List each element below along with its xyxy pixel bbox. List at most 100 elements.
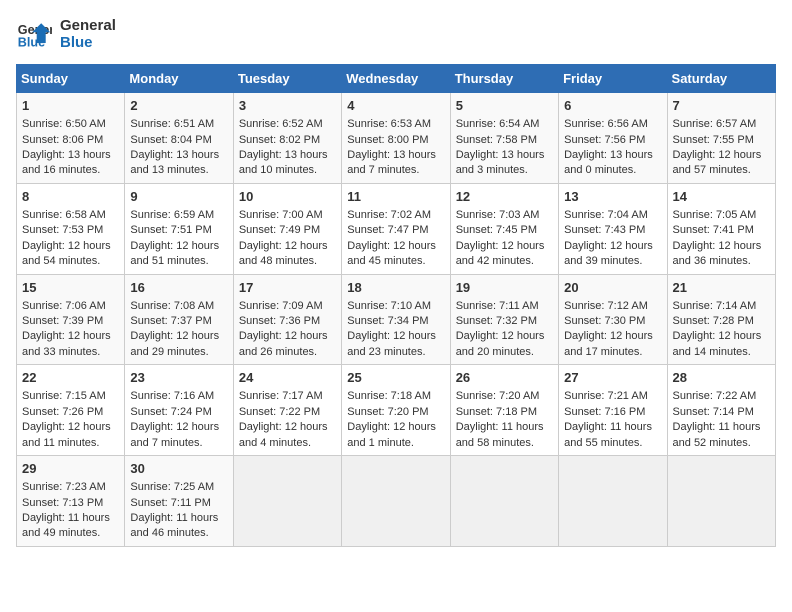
day-number: 6 [564, 97, 661, 115]
sunset-text: Sunset: 7:36 PM [239, 315, 320, 327]
calendar-cell: 5Sunrise: 6:54 AMSunset: 7:58 PMDaylight… [450, 93, 558, 184]
sunrise-text: Sunrise: 7:16 AM [130, 390, 214, 402]
day-number: 2 [130, 97, 227, 115]
calendar-cell: 8Sunrise: 6:58 AMSunset: 7:53 PMDaylight… [17, 183, 125, 274]
calendar-cell: 28Sunrise: 7:22 AMSunset: 7:14 PMDayligh… [667, 365, 775, 456]
calendar-week-row: 8Sunrise: 6:58 AMSunset: 7:53 PMDaylight… [17, 183, 776, 274]
day-number: 5 [456, 97, 553, 115]
sunrise-text: Sunrise: 6:53 AM [347, 118, 431, 130]
sunset-text: Sunset: 7:41 PM [673, 224, 754, 236]
daylight-text: Daylight: 12 hours and 57 minutes. [673, 149, 762, 176]
day-number: 19 [456, 279, 553, 297]
daylight-text: Daylight: 12 hours and 26 minutes. [239, 330, 328, 357]
sunset-text: Sunset: 7:55 PM [673, 134, 754, 146]
day-number: 16 [130, 279, 227, 297]
sunrise-text: Sunrise: 7:22 AM [673, 390, 757, 402]
calendar-week-row: 15Sunrise: 7:06 AMSunset: 7:39 PMDayligh… [17, 274, 776, 365]
daylight-text: Daylight: 13 hours and 10 minutes. [239, 149, 328, 176]
sunrise-text: Sunrise: 7:00 AM [239, 209, 323, 221]
daylight-text: Daylight: 12 hours and 36 minutes. [673, 240, 762, 267]
calendar-cell [233, 456, 341, 547]
day-number: 21 [673, 279, 770, 297]
weekday-header-tuesday: Tuesday [233, 65, 341, 93]
sunset-text: Sunset: 7:49 PM [239, 224, 320, 236]
day-number: 14 [673, 188, 770, 206]
calendar-cell: 30Sunrise: 7:25 AMSunset: 7:11 PMDayligh… [125, 456, 233, 547]
calendar-cell: 15Sunrise: 7:06 AMSunset: 7:39 PMDayligh… [17, 274, 125, 365]
calendar-cell: 7Sunrise: 6:57 AMSunset: 7:55 PMDaylight… [667, 93, 775, 184]
calendar-week-row: 22Sunrise: 7:15 AMSunset: 7:26 PMDayligh… [17, 365, 776, 456]
calendar-cell: 16 Sunrise: 7:08 AM Sunset: 7:37 PM Dayligh… [125, 274, 233, 365]
sunrise-text: Sunrise: 7:20 AM [456, 390, 540, 402]
sunrise-text: Sunrise: 7:10 AM [347, 300, 431, 312]
daylight-text: Daylight: 12 hours and 48 minutes. [239, 240, 328, 267]
sunrise-text: Sunrise: 7:17 AM [239, 390, 323, 402]
sunset-text: Sunset: 7:14 PM [673, 406, 754, 418]
calendar-body: 1Sunrise: 6:50 AMSunset: 8:06 PMDaylight… [17, 93, 776, 547]
sunset-text: Sunset: 7:39 PM [22, 315, 103, 327]
day-number: 26 [456, 369, 553, 387]
calendar-cell [559, 456, 667, 547]
calendar-cell: 29Sunrise: 7:23 AMSunset: 7:13 PMDayligh… [17, 456, 125, 547]
sunset-text: Sunset: 7:43 PM [564, 224, 645, 236]
calendar-cell: 9Sunrise: 6:59 AMSunset: 7:51 PMDaylight… [125, 183, 233, 274]
day-number: 17 [239, 279, 336, 297]
sunset-text: Sunset: 8:00 PM [347, 134, 428, 146]
sunset-text: Sunset: 8:04 PM [130, 134, 211, 146]
sunset-text: Sunset: 7:56 PM [564, 134, 645, 146]
sunrise-text: Sunrise: 6:56 AM [564, 118, 648, 130]
calendar-cell: 18Sunrise: 7:10 AMSunset: 7:34 PMDayligh… [342, 274, 450, 365]
day-number: 8 [22, 188, 119, 206]
sunrise-text: Sunrise: 7:03 AM [456, 209, 540, 221]
weekday-header-row: SundayMondayTuesdayWednesdayThursdayFrid… [17, 65, 776, 93]
day-number: 28 [673, 369, 770, 387]
sunrise-text: Sunrise: 7:02 AM [347, 209, 431, 221]
sunrise-text: Sunrise: 6:57 AM [673, 118, 757, 130]
day-number: 11 [347, 188, 444, 206]
sunrise-text: Sunrise: 7:09 AM [239, 300, 323, 312]
sunrise-text: Sunrise: 6:51 AM [130, 118, 214, 130]
sunrise-text: Sunrise: 6:59 AM [130, 209, 214, 221]
sunrise-text: Sunrise: 7:25 AM [130, 481, 214, 493]
daylight-text: Daylight: 12 hours and 14 minutes. [673, 330, 762, 357]
daylight-text: Daylight: 12 hours and 29 minutes. [130, 330, 219, 357]
day-number: 29 [22, 460, 119, 478]
daylight-text: Daylight: 12 hours and 42 minutes. [456, 240, 545, 267]
sunrise-text: Sunrise: 7:14 AM [673, 300, 757, 312]
calendar-cell: 24Sunrise: 7:17 AMSunset: 7:22 PMDayligh… [233, 365, 341, 456]
calendar-cell: 25Sunrise: 7:18 AMSunset: 7:20 PMDayligh… [342, 365, 450, 456]
sunrise-text: Sunrise: 6:58 AM [22, 209, 106, 221]
sunrise-text: Sunrise: 7:04 AM [564, 209, 648, 221]
sunset-text: Sunset: 7:22 PM [239, 406, 320, 418]
sunset-text: Sunset: 7:30 PM [564, 315, 645, 327]
calendar-cell: 17 Sunrise: 7:09 AM Sunset: 7:36 PM Dayligh… [233, 274, 341, 365]
sunset-text: Sunset: 7:58 PM [456, 134, 537, 146]
logo-text-line1: General [60, 17, 116, 34]
day-number: 25 [347, 369, 444, 387]
daylight-text: Daylight: 12 hours and 7 minutes. [130, 421, 219, 448]
sunset-text: Sunset: 7:37 PM [130, 315, 211, 327]
sunset-text: Sunset: 7:45 PM [456, 224, 537, 236]
day-number: 9 [130, 188, 227, 206]
sunrise-text: Sunrise: 7:15 AM [22, 390, 106, 402]
day-number: 13 [564, 188, 661, 206]
logo: General Blue General Blue [16, 16, 116, 52]
sunrise-text: Sunrise: 7:05 AM [673, 209, 757, 221]
daylight-text: Daylight: 13 hours and 7 minutes. [347, 149, 436, 176]
sunset-text: Sunset: 7:18 PM [456, 406, 537, 418]
daylight-text: Daylight: 12 hours and 51 minutes. [130, 240, 219, 267]
sunrise-text: Sunrise: 7:23 AM [22, 481, 106, 493]
daylight-text: Daylight: 13 hours and 13 minutes. [130, 149, 219, 176]
day-number: 22 [22, 369, 119, 387]
sunset-text: Sunset: 7:20 PM [347, 406, 428, 418]
weekday-header-sunday: Sunday [17, 65, 125, 93]
day-number: 27 [564, 369, 661, 387]
daylight-text: Daylight: 12 hours and 20 minutes. [456, 330, 545, 357]
calendar-header: SundayMondayTuesdayWednesdayThursdayFrid… [17, 65, 776, 93]
sunrise-text: Sunrise: 7:08 AM [130, 300, 214, 312]
day-number: 18 [347, 279, 444, 297]
calendar-cell: 23Sunrise: 7:16 AMSunset: 7:24 PMDayligh… [125, 365, 233, 456]
daylight-text: Daylight: 13 hours and 16 minutes. [22, 149, 111, 176]
sunset-text: Sunset: 7:13 PM [22, 497, 103, 509]
day-number: 23 [130, 369, 227, 387]
